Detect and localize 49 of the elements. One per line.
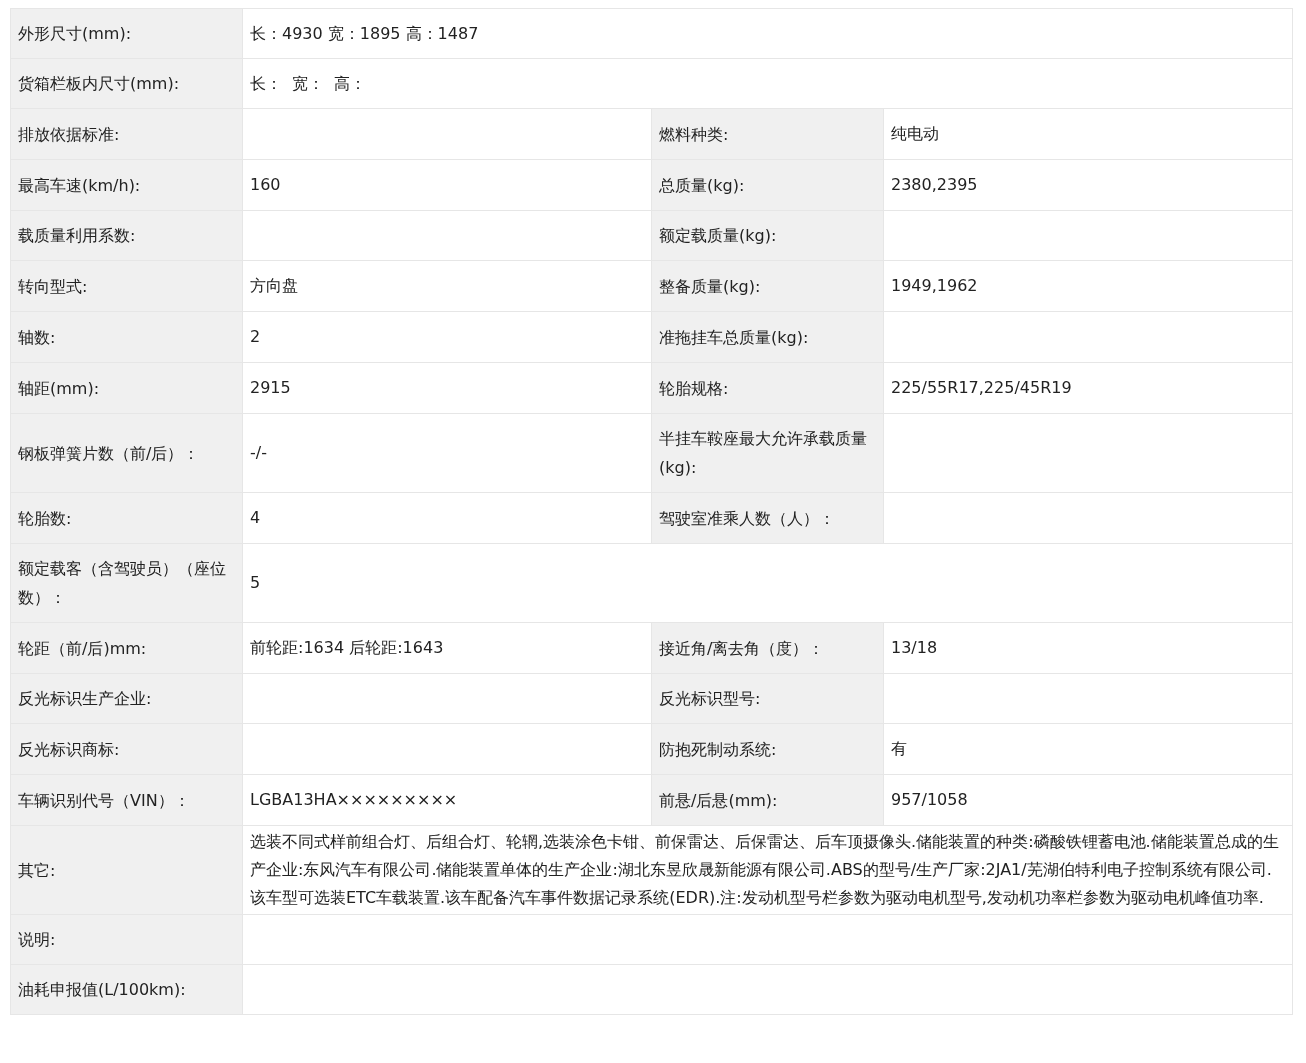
field-value: 160	[242, 159, 652, 211]
field-label: 防抱死制动系统:	[651, 723, 884, 775]
field-value: 957/1058	[883, 774, 1293, 826]
field-label: 车辆识别代号（VIN）：	[10, 774, 243, 826]
field-label: 燃料种类:	[651, 108, 884, 160]
field-value: 2	[242, 311, 652, 363]
field-label: 轴数:	[10, 311, 243, 363]
field-label: 最高车速(km/h):	[10, 159, 243, 211]
field-value: 2915	[242, 362, 652, 414]
field-label: 整备质量(kg):	[651, 260, 884, 312]
field-value: 纯电动	[883, 108, 1293, 160]
field-label: 货箱栏板内尺寸(mm):	[10, 58, 243, 109]
field-label: 外形尺寸(mm):	[10, 8, 243, 59]
field-label: 排放依据标准:	[10, 108, 243, 160]
field-label: 轮胎数:	[10, 492, 243, 544]
field-label: 反光标识生产企业:	[10, 673, 243, 724]
field-label: 其它:	[10, 825, 243, 915]
field-value: 长： 宽： 高：	[242, 58, 1293, 109]
field-label: 说明:	[10, 914, 243, 965]
field-label: 反光标识商标:	[10, 723, 243, 775]
field-value: 前轮距:1634 后轮距:1643	[242, 622, 652, 674]
field-value: 1949,1962	[883, 260, 1293, 312]
field-value: 225/55R17,225/45R19	[883, 362, 1293, 414]
field-label: 前悬/后悬(mm):	[651, 774, 884, 826]
field-label: 总质量(kg):	[651, 159, 884, 211]
field-value: 长：4930 宽：1895 高：1487	[242, 8, 1293, 59]
field-value: 2380,2395	[883, 159, 1293, 211]
field-label: 载质量利用系数:	[10, 210, 243, 261]
field-value: -/-	[242, 413, 652, 493]
field-label: 钢板弹簧片数（前/后）：	[10, 413, 243, 493]
field-value: 5	[242, 543, 1293, 623]
field-value: 有	[883, 723, 1293, 775]
field-label: 反光标识型号:	[651, 673, 884, 724]
field-value: 选装不同式样前组合灯、后组合灯、轮辋,选装涂色卡钳、前保雷达、后保雷达、后车顶摄像头.储能装置的种类:磷酸铁锂蓄电池.储能装置总成的生产企业:东风汽车有限公司.储能装置单体的生产企业:湖北东昱欣晟新能源有限公司.ABS的型号/生产厂家:2JA1/芜湖伯特利电子控制系统有限公司.该车型可选装ETC车载装置.该车配备汽车事件数据记录系统(EDR).注:发动机型号栏参数为驱动电机型号,发动机功率栏参数为驱动电机峰值功率.	[242, 825, 1293, 915]
field-label: 准拖挂车总质量(kg):	[651, 311, 884, 363]
field-label: 额定载客（含驾驶员）（座位数）：	[10, 543, 243, 623]
field-label: 半挂车鞍座最大允许承载质量(kg):	[651, 413, 884, 493]
field-value: 4	[242, 492, 652, 544]
field-label: 油耗申报值(L/100km):	[10, 964, 243, 1015]
field-label: 轴距(mm):	[10, 362, 243, 414]
field-label: 转向型式:	[10, 260, 243, 312]
field-value: LGBA13HA×××××××××	[242, 774, 652, 826]
field-label: 额定载质量(kg):	[651, 210, 884, 261]
field-label: 接近角/离去角（度）：	[651, 622, 884, 674]
field-value: 方向盘	[242, 260, 652, 312]
field-value: 13/18	[883, 622, 1293, 674]
field-label: 轮距（前/后)mm:	[10, 622, 243, 674]
field-label: 轮胎规格:	[651, 362, 884, 414]
field-label: 驾驶室准乘人数（人）：	[651, 492, 884, 544]
